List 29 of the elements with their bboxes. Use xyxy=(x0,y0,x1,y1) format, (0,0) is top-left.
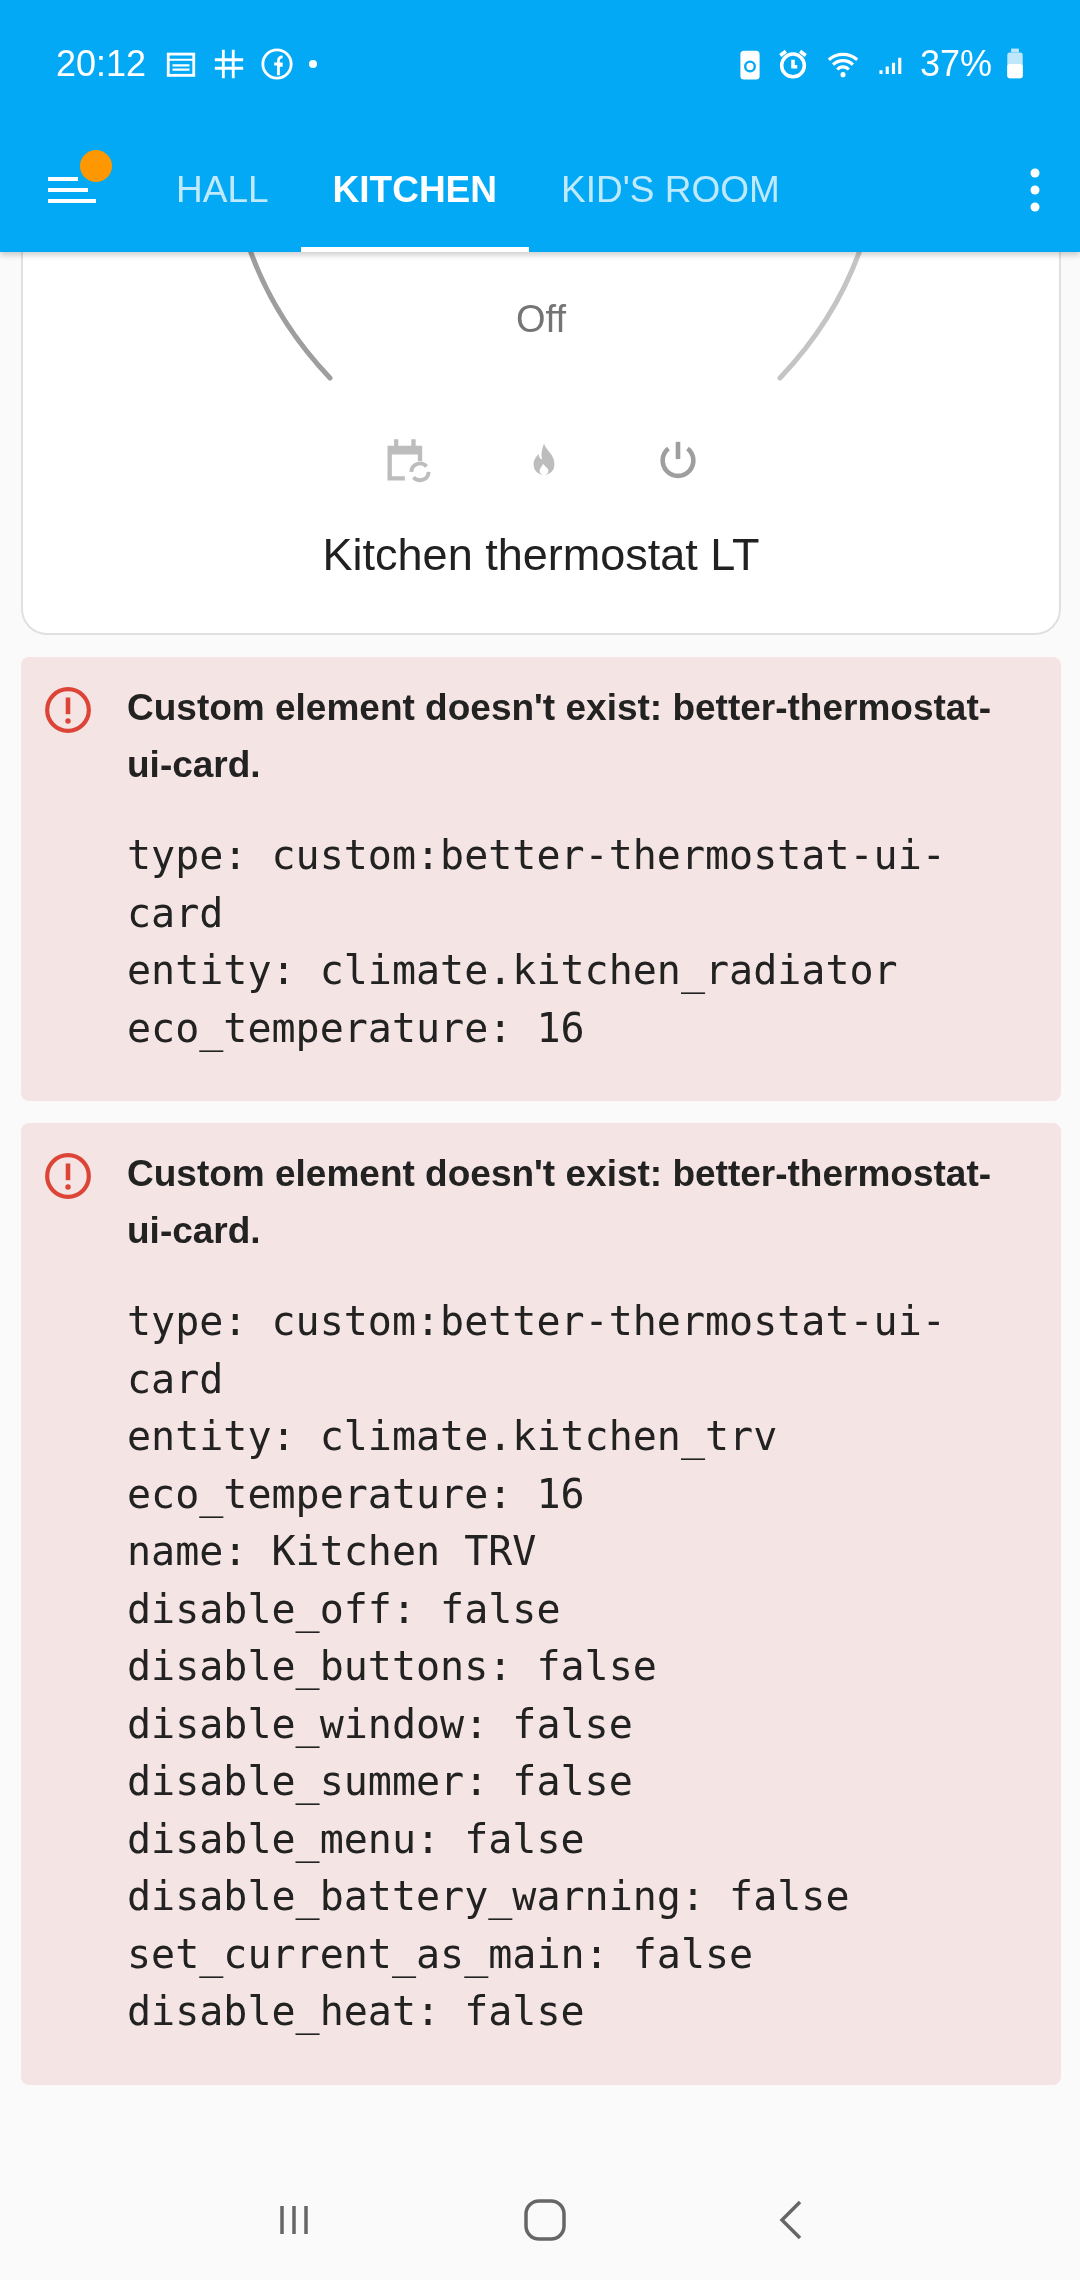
config-line: disable_battery_warning: false xyxy=(127,1872,851,1922)
config-line: eco_temperature: 16 xyxy=(127,1469,586,1520)
thermostat-name: Kitchen thermostat LT xyxy=(322,529,760,581)
tab[interactable]: HALL xyxy=(144,128,301,252)
error-message: Custom element doesn't exist: better-thermostat-ui-card. xyxy=(127,1152,993,1253)
alert-icon xyxy=(43,1151,93,1201)
menu-icon[interactable] xyxy=(48,175,96,205)
config-line: set_current_as_main: false xyxy=(127,1929,755,1980)
config-line: disable_summer: false xyxy=(127,1757,634,1807)
error-message: Custom element doesn't exist: better-thermostat-ui-card. xyxy=(127,686,993,787)
facebook-icon xyxy=(260,47,295,81)
config-line: disable_heat: false xyxy=(127,1987,586,2037)
config-line: disable_buttons: false xyxy=(127,1642,658,1692)
config-line: disable_menu: false xyxy=(127,1814,586,1865)
home-icon[interactable] xyxy=(523,2198,567,2242)
config-line: disable_window: false xyxy=(127,1699,634,1750)
battery-percentage: 37% xyxy=(919,43,992,85)
tab[interactable]: KID'S ROOM xyxy=(529,128,812,252)
config-line: name: Kitchen TRV xyxy=(127,1527,538,1576)
battery-icon xyxy=(1006,48,1024,80)
dot-icon xyxy=(308,59,319,69)
hvac-mode: Off xyxy=(516,298,566,341)
config-line: disable_off: false xyxy=(127,1584,562,1635)
alert-icon xyxy=(43,685,93,735)
more-options-icon[interactable] xyxy=(1030,168,1040,212)
config-line: entity: climate.kitchen_radiator xyxy=(127,946,899,996)
status-time: 20:12 xyxy=(56,43,147,85)
config-line: eco_temperature: 16 xyxy=(127,1003,586,1054)
config-line: entity: climate.kitchen_trv xyxy=(127,1412,779,1462)
